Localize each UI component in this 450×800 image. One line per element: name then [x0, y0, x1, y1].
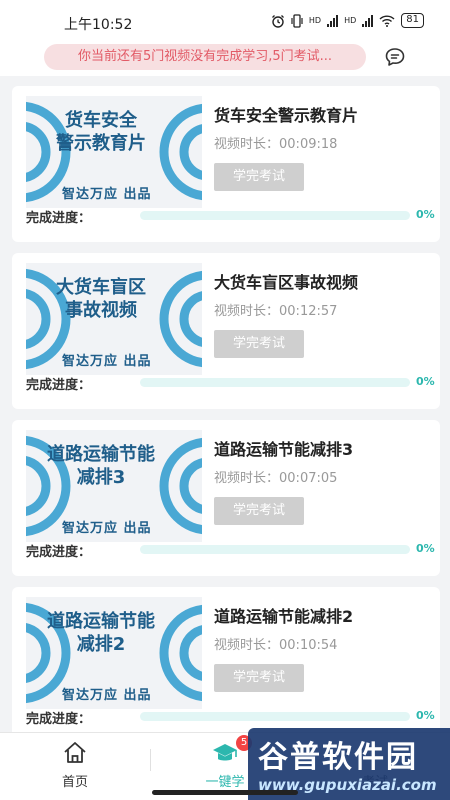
course-thumbnail[interactable]: 道路运输节能 减排2 智达万应 出品 [26, 597, 202, 709]
duration-value: 00:12:57 [279, 304, 338, 319]
chat-bubble-icon[interactable] [384, 46, 406, 68]
course-list[interactable]: 货车安全 警示教育片 智达万应 出品 货车安全警示教育片 视频时长：00:09:… [0, 76, 450, 732]
progress-bar [140, 545, 410, 554]
exam-button[interactable]: 学完考试 [214, 330, 304, 358]
thumbnail-title-line1: 大货车盲区 [56, 277, 146, 298]
course-duration: 视频时长：00:09:18 [214, 133, 337, 152]
progress-percent: 0% [416, 208, 435, 221]
duration-label: 视频时长： [214, 471, 280, 486]
exam-button[interactable]: 学完考试 [214, 163, 304, 191]
thumbnail-brand: 智达万应 出品 [62, 521, 152, 536]
progress-label: 完成进度： [26, 378, 92, 393]
home-icon [64, 742, 86, 763]
thumbnail-title-line2: 减排3 [76, 467, 126, 488]
progress-percent: 0% [416, 542, 435, 555]
home-indicator[interactable] [152, 790, 298, 795]
duration-value: 00:09:18 [279, 137, 338, 152]
duration-label: 视频时长： [214, 137, 280, 152]
course-card[interactable]: 货车安全 警示教育片 智达万应 出品 货车安全警示教育片 视频时长：00:09:… [12, 86, 440, 242]
thumbnail-title-line1: 道路运输节能 [47, 444, 155, 465]
course-duration: 视频时长：00:10:54 [214, 634, 337, 653]
battery-icon: 81 [401, 13, 424, 28]
duration-value: 00:07:05 [279, 471, 338, 486]
watermark-main-text: 谷普软件园 [258, 740, 418, 775]
tab-home-label: 首页 [61, 775, 88, 790]
alarm-icon [271, 14, 284, 28]
exam-button[interactable]: 学完考试 [214, 664, 304, 692]
notice-row: 你当前还有5门视频没有完成学习,5门考试... [0, 40, 450, 76]
course-thumbnail[interactable]: 道路运输节能 减排3 智达万应 出品 [26, 430, 202, 542]
exam-button[interactable]: 学完考试 [214, 497, 304, 525]
status-bar: 上午10:52 HD HD 81 [0, 0, 450, 40]
progress-bar [140, 378, 410, 387]
thumbnail-brand: 智达万应 出品 [62, 354, 152, 369]
progress-bar [140, 211, 410, 220]
duration-label: 视频时长： [214, 304, 280, 319]
course-thumbnail[interactable]: 货车安全 警示教育片 智达万应 出品 [26, 96, 202, 208]
status-icons: HD HD 81 [271, 13, 424, 28]
notice-banner[interactable]: 你当前还有5门视频没有完成学习,5门考试... [44, 44, 366, 70]
progress-label: 完成进度： [26, 712, 92, 727]
course-title[interactable]: 大货车盲区事故视频 [214, 269, 358, 293]
wifi-icon [379, 14, 395, 27]
progress-bar [140, 712, 410, 721]
graduation-cap-icon [213, 744, 237, 761]
course-card[interactable]: 道路运输节能 减排3 智达万应 出品 道路运输节能减排3 视频时长：00:07:… [12, 420, 440, 576]
course-card[interactable]: 道路运输节能 减排2 智达万应 出品 道路运输节能减排2 视频时长：00:10:… [12, 587, 440, 732]
course-title[interactable]: 道路运输节能减排2 [214, 603, 353, 627]
progress-label: 完成进度： [26, 211, 92, 226]
thumbnail-brand: 智达万应 出品 [62, 187, 152, 202]
thumbnail-title-line1: 道路运输节能 [47, 611, 155, 632]
signal-icon [327, 14, 339, 27]
course-duration: 视频时长：00:12:57 [214, 300, 337, 319]
vibrate-icon [291, 13, 303, 28]
course-thumbnail[interactable]: 大货车盲区 事故视频 智达万应 出品 [26, 263, 202, 375]
duration-value: 00:10:54 [279, 638, 338, 653]
course-title[interactable]: 货车安全警示教育片 [214, 102, 358, 126]
duration-label: 视频时长： [214, 638, 280, 653]
thumbnail-title-line1: 货车安全 [65, 110, 137, 131]
thumbnail-title-line2: 警示教育片 [56, 133, 146, 154]
thumbnail-title-line2: 事故视频 [65, 300, 137, 321]
signal-icon-2 [362, 14, 374, 27]
progress-percent: 0% [416, 709, 435, 722]
progress-label: 完成进度： [26, 545, 92, 560]
network-type-2: HD [344, 16, 357, 25]
course-title[interactable]: 道路运输节能减排3 [214, 436, 353, 460]
thumbnail-brand: 智达万应 出品 [62, 688, 152, 703]
status-time: 上午10:52 [64, 17, 133, 33]
course-card[interactable]: 大货车盲区 事故视频 智达万应 出品 大货车盲区事故视频 视频时长：00:12:… [12, 253, 440, 409]
tab-home[interactable]: 首页 [0, 733, 150, 800]
network-type-1: HD [308, 16, 322, 25]
course-duration: 视频时长：00:07:05 [214, 467, 337, 486]
progress-percent: 0% [416, 375, 435, 388]
thumbnail-title-line2: 减排2 [76, 634, 126, 655]
